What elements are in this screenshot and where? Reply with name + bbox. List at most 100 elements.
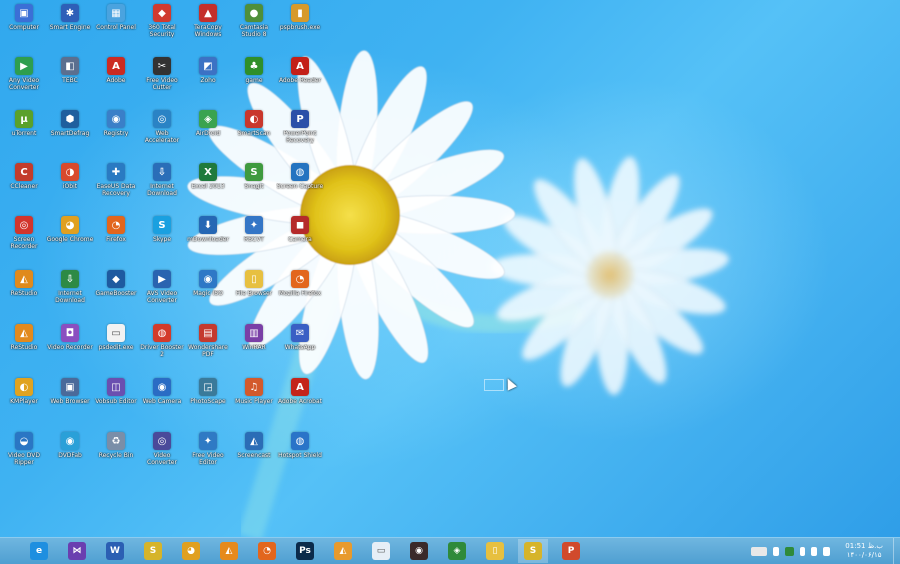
- desktop-icon[interactable]: ◧ TEBC: [46, 57, 94, 109]
- taskbar-network-app-button[interactable]: ◈: [442, 539, 472, 563]
- desktop-icon[interactable]: ◲ PhotoScape: [184, 378, 232, 430]
- desktop-icon[interactable]: ◭ ReStudio: [0, 324, 48, 376]
- desktop-icon[interactable]: ⇩ Internet Download: [138, 163, 186, 215]
- taskbar-restudio-2-button[interactable]: ◭: [328, 539, 358, 563]
- taskbar-media-app-button[interactable]: ◉: [404, 539, 434, 563]
- taskbar-restudio-button[interactable]: ◭: [214, 539, 244, 563]
- clock-date: ۱۴۰۰/۰۶/۱۵: [846, 551, 882, 559]
- keyboard-icon[interactable]: [751, 546, 768, 556]
- desktop-icon[interactable]: X Excel 2013: [184, 163, 232, 215]
- desktop-icon[interactable]: A Adobe Acrobat: [276, 378, 324, 430]
- taskbar-word-button[interactable]: W: [100, 539, 130, 563]
- desktop-icon[interactable]: ▥ WinRAR: [230, 324, 278, 376]
- desktop-icon[interactable]: ◆ GameBooster: [92, 270, 140, 322]
- desktop-icon[interactable]: ⇩ Internet Download: [46, 270, 94, 322]
- app-icon: ⇩: [153, 163, 171, 181]
- desktop-icon[interactable]: A Adobe Reader: [276, 57, 324, 109]
- network-icon[interactable]: [785, 546, 795, 556]
- desktop-icon[interactable]: ⬢ SmartDefrag: [46, 110, 94, 162]
- taskbar-notepad-button[interactable]: ▭: [366, 539, 396, 563]
- desktop-icon[interactable]: C CCleaner: [0, 163, 48, 215]
- desktop-icon[interactable]: ✦ Free Video Editor: [184, 432, 232, 484]
- desktop-icon[interactable]: ⬇ mDownloader: [184, 216, 232, 268]
- desktop-icon-label: Control Panel: [96, 24, 136, 31]
- desktop-icon[interactable]: µ uTorrent: [0, 110, 48, 162]
- desktop-icon[interactable]: ✉ WhatsApp: [276, 324, 324, 376]
- desktop-icon[interactable]: ◫ Vobsub Editor: [92, 378, 140, 430]
- app-icon: ▭: [107, 324, 125, 342]
- desktop-icon[interactable]: ◭ Screencast: [230, 432, 278, 484]
- desktop-icon[interactable]: ◕ Google Chrome: [46, 216, 94, 268]
- app-icon: A: [291, 57, 309, 75]
- desktop-icon[interactable]: ◐ SmartScan: [230, 110, 278, 162]
- desktop-icon[interactable]: ◩ Zoho: [184, 57, 232, 109]
- word-icon: W: [106, 542, 124, 560]
- desktop-icon[interactable]: ✦ RSCVT: [230, 216, 278, 268]
- app-icon: A: [107, 57, 125, 75]
- desktop-icon[interactable]: ◍ Driver Booster 2: [138, 324, 186, 376]
- desktop-icon[interactable]: ▲ TeraCopy Windows: [184, 4, 232, 56]
- desktop-icon-label: Firefox: [106, 236, 126, 243]
- desktop-icon[interactable]: ◔ Mozilla Firefox: [276, 270, 324, 322]
- desktop-icon[interactable]: ◉ Magic ISO: [184, 270, 232, 322]
- volume-icon[interactable]: [811, 546, 818, 556]
- desktop-icon[interactable]: ▣ Computer: [0, 4, 48, 56]
- tray-up-arrow-icon[interactable]: [773, 546, 780, 556]
- desktop-icon[interactable]: ◭ ReStudio: [0, 270, 48, 322]
- desktop-icon[interactable]: ♫ Music Player: [230, 378, 278, 430]
- taskbar-file-explorer-button[interactable]: ▯: [480, 539, 510, 563]
- desktop-icon[interactable]: ♣ game: [230, 57, 278, 109]
- desktop-icon[interactable]: ✚ EaseUS Data Recovery: [92, 163, 140, 215]
- desktop-icon[interactable]: ◉ Web Camera: [138, 378, 186, 430]
- taskbar-internet-explorer-button[interactable]: e: [24, 539, 54, 563]
- desktop-icon[interactable]: P PowerPoint Recovery: [276, 110, 324, 162]
- desktop-icon-label: Web Camera: [142, 398, 182, 405]
- taskbar-photoshop-button[interactable]: Ps: [290, 539, 320, 563]
- desktop-icon[interactable]: ◒ Video DVD Ripper: [0, 432, 48, 484]
- desktop-icon[interactable]: ◍ Screen Capture: [276, 163, 324, 215]
- desktop-icon[interactable]: ◉ Registry: [92, 110, 140, 162]
- app-icon: ◍: [153, 324, 171, 342]
- desktop-icon-label: Adobe Acrobat: [277, 398, 323, 405]
- desktop-icon[interactable]: ◎ Web Accelerator: [138, 110, 186, 162]
- desktop-icon[interactable]: ▣ Web Browser: [46, 378, 94, 430]
- desktop-icon[interactable]: ▶ Any Video Converter: [0, 57, 48, 109]
- flag-icon[interactable]: [800, 546, 806, 556]
- desktop-icon[interactable]: ◍ Hotspot Shield: [276, 432, 324, 484]
- desktop-icon[interactable]: ◎ Screen Recorder: [0, 216, 48, 268]
- desktop-icon[interactable]: ▦ Control Panel: [92, 4, 140, 56]
- desktop-icon[interactable]: ▮ pspbrush.exe: [276, 4, 324, 56]
- language-icon[interactable]: [823, 546, 831, 556]
- taskbar-chrome-button[interactable]: ◕: [176, 539, 206, 563]
- show-desktop-button[interactable]: [893, 538, 900, 564]
- desktop-icon[interactable]: ● Camtasia Studio 8: [230, 4, 278, 56]
- desktop-icon[interactable]: ◑ iObit: [46, 163, 94, 215]
- desktop-icon[interactable]: ◆ 360 Total Security: [138, 4, 186, 56]
- desktop-icon[interactable]: ✂ Free Video Cutter: [138, 57, 186, 109]
- taskbar-powerpoint-button[interactable]: P: [556, 539, 586, 563]
- desktop-icon[interactable]: ◘ Video Recorder: [46, 324, 94, 376]
- taskbar-app-s-button[interactable]: S: [138, 539, 168, 563]
- desktop-icon[interactable]: ▯ File Browser: [230, 270, 278, 322]
- desktop-icon[interactable]: ◼ Camera: [276, 216, 324, 268]
- desktop-icon[interactable]: ♻ Recycle Bin: [92, 432, 140, 484]
- taskbar-firefox-button[interactable]: ◔: [252, 539, 282, 563]
- desktop-icon[interactable]: ✱ Smart Engine: [46, 4, 94, 56]
- desktop-icon[interactable]: ◉ DVDFab: [46, 432, 94, 484]
- desktop-icon-label: DVDFab: [58, 452, 82, 459]
- media-app-icon: ◉: [410, 542, 428, 560]
- desktop-icon[interactable]: ▶ AVS Video Converter: [138, 270, 186, 322]
- desktop-icon[interactable]: S SnagIt: [230, 163, 278, 215]
- desktop-icon[interactable]: A Adobe: [92, 57, 140, 109]
- taskbar-app-s-2-button[interactable]: S: [518, 539, 548, 563]
- desktop-icon[interactable]: ◐ KMPlayer: [0, 378, 48, 430]
- desktop-icon[interactable]: ▭ psdedit.exe: [92, 324, 140, 376]
- desktop-icon[interactable]: ◈ AirDroid: [184, 110, 232, 162]
- clock[interactable]: 01:51 ب.ظ ۱۴۰۰/۰۶/۱۵: [845, 542, 883, 560]
- taskbar-visual-studio-button[interactable]: ⋈: [62, 539, 92, 563]
- desktop-icon[interactable]: ▤ Wondershare PDF: [184, 324, 232, 376]
- desktop[interactable]: ▣ Computer ✱ Smart Engine ▦ Control Panel ◆ 360…: [0, 0, 900, 537]
- desktop-icon[interactable]: S Skype: [138, 216, 186, 268]
- desktop-icon[interactable]: ◎ Video Converter: [138, 432, 186, 484]
- desktop-icon[interactable]: ◔ Firefox: [92, 216, 140, 268]
